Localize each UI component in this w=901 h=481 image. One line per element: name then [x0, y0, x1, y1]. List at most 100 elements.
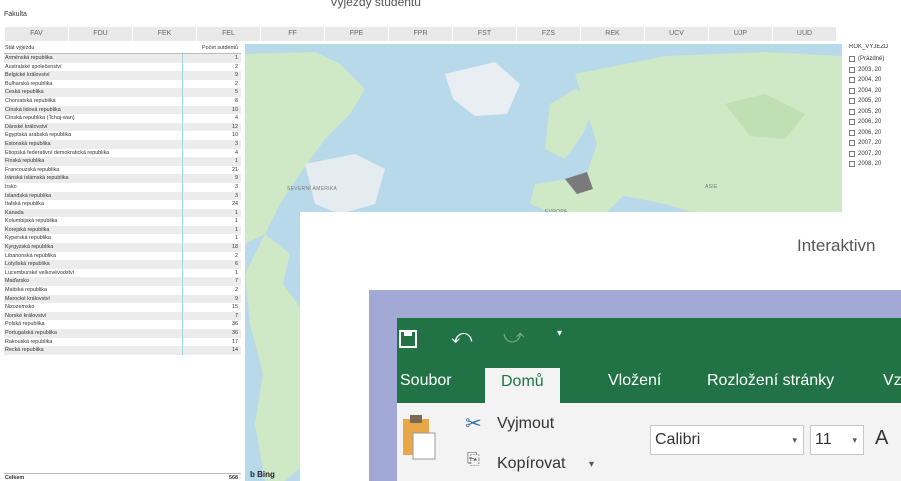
tab-page-layout[interactable]: Rozložení stránky	[707, 372, 834, 390]
table-row[interactable]: Norské království 7	[4, 311, 241, 321]
checkbox-icon[interactable]	[849, 87, 855, 94]
ribbon-home-panel: ✂ Vyjmout ⎘ Kopírovat ▾ Calibri ▾ 11 ▾ A	[397, 403, 901, 481]
faculty-button-fek[interactable]: FEK	[133, 27, 197, 41]
checkbox-icon[interactable]	[849, 119, 855, 126]
table-row[interactable]: Libanonská republika 2	[4, 252, 241, 261]
checkbox-icon[interactable]	[849, 66, 855, 73]
table-row[interactable]: Íránská islámská republika 9	[4, 174, 241, 183]
table-row[interactable]: Česká republika 5	[4, 88, 241, 97]
cut-button[interactable]: Vyjmout	[497, 415, 554, 433]
font-size-dropdown-icon[interactable]: ▾	[852, 435, 857, 446]
checkbox-icon[interactable]	[849, 150, 855, 157]
year-slicer-item[interactable]: 2006, 20	[849, 117, 901, 128]
font-name-select[interactable]: Calibri ▾	[650, 425, 804, 455]
year-slicer-item[interactable]: 2004, 20	[849, 86, 901, 97]
country-name: Čínská lidová republika	[5, 106, 61, 113]
customize-toolbar-icon[interactable]: ▾	[557, 328, 562, 339]
table-row[interactable]: Etiopská federativní demokratická republ…	[4, 149, 241, 158]
font-size-value: 11	[815, 431, 832, 448]
table-row[interactable]: Lotyšská republika 6	[4, 260, 241, 269]
table-row[interactable]: Kyperská republika 1	[4, 234, 241, 243]
year-slicer-item[interactable]: 2005, 20	[849, 96, 901, 107]
table-row[interactable]: Polská republika 36	[4, 320, 241, 329]
table-row[interactable]: Estonská republika 3	[4, 139, 241, 149]
copy-button[interactable]: Kopírovat	[497, 455, 565, 473]
table-row[interactable]: Čínská republika (Tchaj-wan) 4	[4, 114, 241, 123]
country-name: Korejská republika	[5, 226, 50, 233]
table-row[interactable]: Chorvatská republika 8	[4, 97, 241, 106]
table-row[interactable]: Korejská republika 1	[4, 225, 241, 235]
tab-file[interactable]: Soubor	[400, 372, 452, 390]
year-slicer-item[interactable]: 2006, 20	[849, 128, 901, 139]
table-row[interactable]: Bulharská republika 2	[4, 80, 241, 89]
student-count: 1	[235, 55, 238, 61]
year-slicer-item[interactable]: 2007, 20	[849, 138, 901, 149]
save-icon[interactable]	[399, 330, 417, 353]
checkbox-icon[interactable]	[849, 140, 855, 147]
paste-icon[interactable]	[401, 413, 437, 466]
table-row[interactable]: Maltská republika 2	[4, 286, 241, 295]
student-count: 9	[235, 175, 238, 182]
table-row[interactable]: Dánské království 12	[4, 122, 241, 132]
copy-dropdown-icon[interactable]: ▾	[589, 459, 594, 470]
cut-icon[interactable]: ✂	[465, 411, 482, 436]
table-row[interactable]: Belgické království 9	[4, 71, 241, 80]
table-row[interactable]: Arménská republika 1	[4, 54, 241, 63]
column-header-country[interactable]: Stát výjezdu	[5, 45, 34, 51]
faculty-button-fdu[interactable]: FDU	[69, 27, 133, 41]
faculty-button-fzs[interactable]: FZS	[517, 27, 581, 41]
copy-icon[interactable]: ⎘	[467, 451, 480, 469]
table-row[interactable]: Kolumbijská republika 1	[4, 217, 241, 226]
table-row[interactable]: Maďarsko 7	[4, 277, 241, 287]
redo-icon[interactable]: ⤻	[503, 326, 524, 349]
table-row[interactable]: Nizozemsko 15	[4, 303, 241, 312]
undo-icon[interactable]: ⤺	[451, 326, 472, 349]
checkbox-icon[interactable]	[849, 56, 855, 63]
student-count: 36	[232, 330, 238, 336]
faculty-button-fpr[interactable]: FPR	[389, 27, 453, 41]
faculty-button-fpe[interactable]: FPE	[325, 27, 389, 41]
table-row[interactable]: Kanada 1	[4, 208, 241, 218]
table-row[interactable]: Australské společenství 2	[4, 63, 241, 72]
table-row[interactable]: Egyptská arabská republika 10	[4, 131, 241, 140]
checkbox-icon[interactable]	[849, 108, 855, 115]
table-row[interactable]: Čínská lidová republika 10	[4, 105, 241, 115]
table-row[interactable]: Portugalská republika 36	[4, 329, 241, 338]
table-row[interactable]: Řecká republika 14	[4, 346, 241, 355]
table-row[interactable]: Irsko 3	[4, 183, 241, 192]
table-row[interactable]: Marocké království 9	[4, 294, 241, 304]
font-name-dropdown-icon[interactable]: ▾	[792, 435, 797, 446]
tab-insert[interactable]: Vložení	[608, 372, 661, 390]
column-header-count[interactable]: Počet sutdentů	[202, 45, 238, 51]
tab-home[interactable]: Domů	[485, 368, 560, 404]
year-slicer-item[interactable]: 2008, 20	[849, 159, 901, 170]
year-slicer-item[interactable]: 2007, 20	[849, 149, 901, 160]
table-row[interactable]: Islandská republika 3	[4, 191, 241, 201]
student-count: 1	[235, 158, 238, 165]
checkbox-icon[interactable]	[849, 129, 855, 136]
year-slicer-item[interactable]: (Prázdné)	[849, 54, 901, 65]
table-row[interactable]: Rakouská republika 17	[4, 338, 241, 347]
faculty-button-ucv[interactable]: UCV	[645, 27, 709, 41]
font-size-select[interactable]: 11 ▾	[810, 425, 864, 455]
table-row[interactable]: Italská republika 24	[4, 200, 241, 209]
faculty-button-fel[interactable]: FEL	[197, 27, 261, 41]
increase-font-size-button[interactable]: A	[875, 427, 888, 450]
table-row[interactable]: Kyrgyzská republika 18	[4, 243, 241, 252]
table-row[interactable]: Francouzská republika 21	[4, 166, 241, 175]
faculty-button-rek[interactable]: REK	[581, 27, 645, 41]
faculty-button-ff[interactable]: FF	[261, 27, 325, 41]
faculty-button-fav[interactable]: FAV	[5, 27, 69, 41]
year-slicer-item[interactable]: 2003, 20	[849, 65, 901, 76]
faculty-button-ujp[interactable]: UJP	[709, 27, 773, 41]
table-row[interactable]: Finská republika 1	[4, 157, 241, 166]
table-row[interactable]: Lucemburské velkovévodství 1	[4, 269, 241, 278]
faculty-button-uud[interactable]: UUD	[773, 27, 837, 41]
checkbox-icon[interactable]	[849, 77, 855, 84]
checkbox-icon[interactable]	[849, 98, 855, 105]
year-slicer-item[interactable]: 2005, 20	[849, 107, 901, 118]
year-slicer-item[interactable]: 2004, 20	[849, 75, 901, 86]
checkbox-icon[interactable]	[849, 161, 855, 168]
faculty-button-fst[interactable]: FST	[453, 27, 517, 41]
tab-formulas[interactable]: Vzo	[883, 372, 901, 390]
